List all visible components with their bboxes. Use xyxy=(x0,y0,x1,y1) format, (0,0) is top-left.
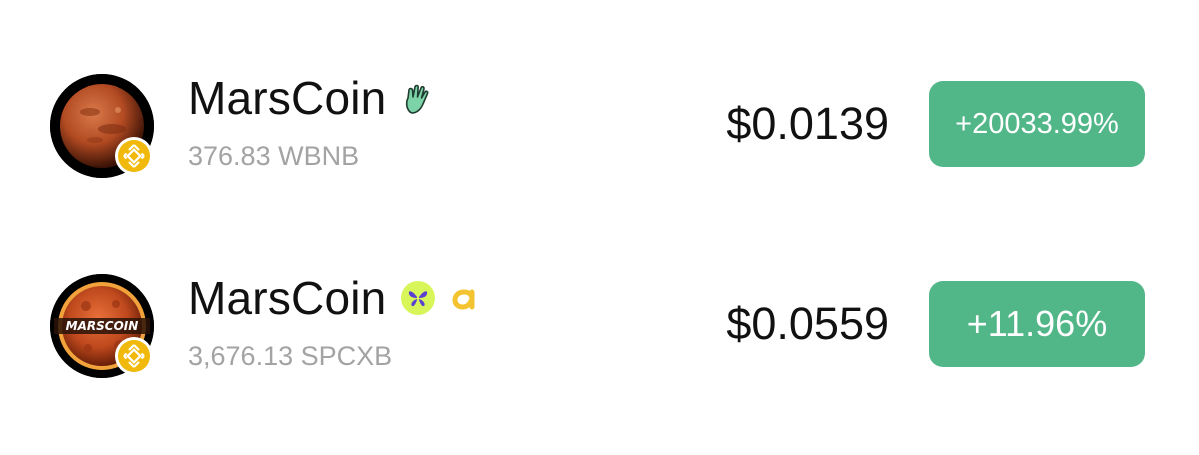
token-price: $0.0139 xyxy=(726,98,889,149)
token-name: MarsCoin xyxy=(188,272,387,324)
marscoin-logo-text: MARSCOIN xyxy=(66,319,139,333)
price-change-badge[interactable]: +11.96% xyxy=(929,281,1145,367)
vulcan-hand-icon xyxy=(400,82,436,118)
token-amount: 376.83 WBNB xyxy=(188,141,360,171)
token-row[interactable]: MarsCoin 376.83 WBNB $0.0139 +20033.99% xyxy=(0,50,1199,190)
token-price: $0.0559 xyxy=(726,298,889,349)
butterfly-icon xyxy=(400,280,436,316)
alpha-icon xyxy=(446,280,482,316)
token-avatar: MARSCOIN xyxy=(50,274,154,378)
bnb-chain-badge-icon xyxy=(114,136,154,176)
bnb-chain-badge-icon xyxy=(114,336,154,376)
token-row[interactable]: MARSCOIN MarsCoin 3,676.13 SPCXB $0.0559… xyxy=(0,250,1199,390)
token-name: MarsCoin xyxy=(188,72,387,124)
token-amount: 3,676.13 SPCXB xyxy=(188,341,393,371)
price-change-badge[interactable]: +20033.99% xyxy=(929,81,1145,167)
token-avatar xyxy=(50,74,154,178)
